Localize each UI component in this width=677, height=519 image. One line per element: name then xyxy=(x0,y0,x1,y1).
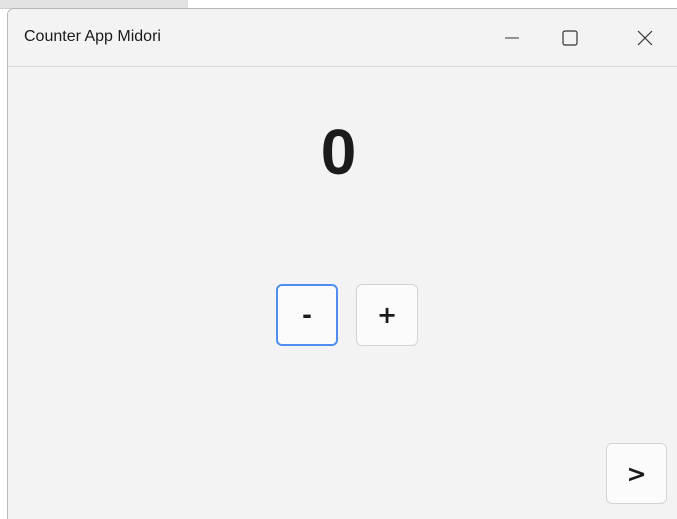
increment-button[interactable]: + xyxy=(356,284,418,346)
maximize-button[interactable] xyxy=(541,9,599,66)
minimize-icon xyxy=(505,31,519,45)
counter-value: 0 xyxy=(320,116,357,188)
title-bar[interactable]: Counter App Midori xyxy=(8,9,677,67)
minimize-button[interactable] xyxy=(483,9,541,66)
close-button[interactable] xyxy=(611,9,677,66)
maximize-icon xyxy=(562,29,578,46)
close-icon xyxy=(637,30,653,46)
decrement-button[interactable]: - xyxy=(276,284,338,346)
next-button[interactable]: > xyxy=(606,443,667,504)
window-title: Counter App Midori xyxy=(24,28,161,45)
app-window: Counter App Midori xyxy=(7,8,677,519)
